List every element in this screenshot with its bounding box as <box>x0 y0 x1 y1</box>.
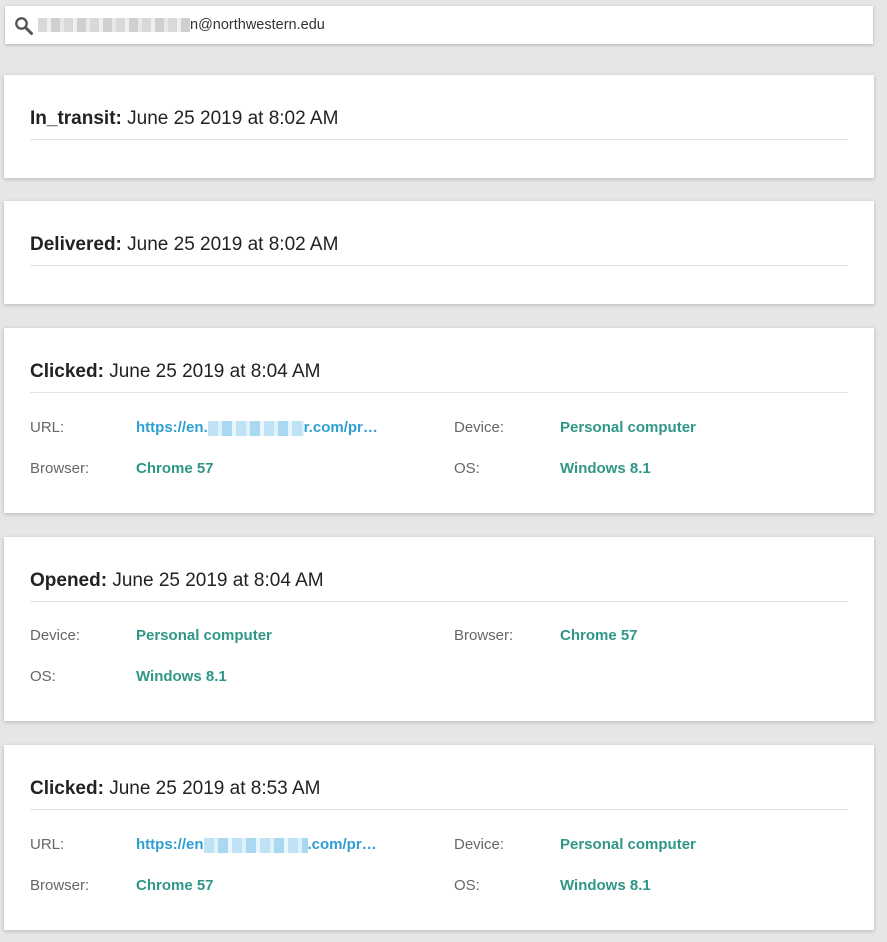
redacted-text <box>203 837 308 853</box>
card-header: Clicked: June 25 2019 at 8:53 AM <box>30 745 848 810</box>
event-time: June 25 2019 at 8:53 AM <box>109 778 321 799</box>
device-label: Device: <box>30 627 81 644</box>
card-header: Delivered: June 25 2019 at 8:02 AM <box>30 201 848 266</box>
url-label: URL: <box>30 836 65 853</box>
card-header: Opened: June 25 2019 at 8:04 AM <box>30 537 848 602</box>
card-header: Clicked: June 25 2019 at 8:04 AM <box>30 328 848 393</box>
event-title: In_transit: June 25 2019 at 8:02 AM <box>30 108 338 130</box>
url-link[interactable]: https://en .com/pr… <box>136 836 377 853</box>
event-title: Clicked: June 25 2019 at 8:04 AM <box>30 361 320 383</box>
card-header: In_transit: June 25 2019 at 8:02 AM <box>30 75 848 140</box>
event-time: June 25 2019 at 8:04 AM <box>112 570 324 591</box>
device-value: Personal computer <box>136 627 272 644</box>
redacted-text <box>207 420 304 436</box>
os-label: OS: <box>30 668 56 685</box>
event-card-clicked: Clicked: June 25 2019 at 8:04 AM URL: ht… <box>4 328 874 513</box>
url-end: .com/pr… <box>307 836 377 853</box>
os-value: Windows 8.1 <box>560 877 651 894</box>
device-value: Personal computer <box>560 419 696 436</box>
browser-label: Browser: <box>30 877 90 894</box>
event-card-opened: Opened: June 25 2019 at 8:04 AM Device: … <box>4 537 874 721</box>
device-label: Device: <box>454 836 505 853</box>
os-label: OS: <box>454 877 480 894</box>
os-value: Windows 8.1 <box>136 668 227 685</box>
browser-value: Chrome 57 <box>136 460 214 477</box>
device-label: Device: <box>454 419 505 436</box>
search-value: n@northwestern.edu <box>190 17 325 33</box>
redacted-text <box>38 18 190 32</box>
url-link[interactable]: https://en. r.com/pr… <box>136 419 378 436</box>
event-time: June 25 2019 at 8:02 AM <box>127 108 339 129</box>
event-title: Clicked: June 25 2019 at 8:53 AM <box>30 778 320 800</box>
search-bar[interactable]: n@northwestern.edu <box>5 6 873 44</box>
url-start: https://en <box>136 836 204 853</box>
url-start: https://en. <box>136 419 208 436</box>
event-type: Clicked: <box>30 361 104 382</box>
event-time: June 25 2019 at 8:04 AM <box>109 361 321 382</box>
device-value: Personal computer <box>560 836 696 853</box>
browser-label: Browser: <box>30 460 90 477</box>
browser-value: Chrome 57 <box>136 877 214 894</box>
event-type: Clicked: <box>30 778 104 799</box>
url-label: URL: <box>30 419 65 436</box>
event-title: Opened: June 25 2019 at 8:04 AM <box>30 570 324 592</box>
browser-value: Chrome 57 <box>560 627 638 644</box>
browser-label: Browser: <box>454 627 514 644</box>
event-card-clicked: Clicked: June 25 2019 at 8:53 AM URL: ht… <box>4 745 874 930</box>
event-card-delivered: Delivered: June 25 2019 at 8:02 AM <box>4 201 874 304</box>
event-type: Opened: <box>30 570 108 591</box>
event-type: Delivered: <box>30 234 122 255</box>
event-title: Delivered: June 25 2019 at 8:02 AM <box>30 234 338 256</box>
os-label: OS: <box>454 460 480 477</box>
search-icon[interactable] <box>14 16 34 36</box>
event-time: June 25 2019 at 8:02 AM <box>127 234 339 255</box>
os-value: Windows 8.1 <box>560 460 651 477</box>
event-card-in-transit: In_transit: June 25 2019 at 8:02 AM <box>4 75 874 178</box>
event-type: In_transit: <box>30 108 122 129</box>
search-input[interactable]: n@northwestern.edu <box>38 6 325 44</box>
url-end: r.com/pr… <box>303 419 378 436</box>
